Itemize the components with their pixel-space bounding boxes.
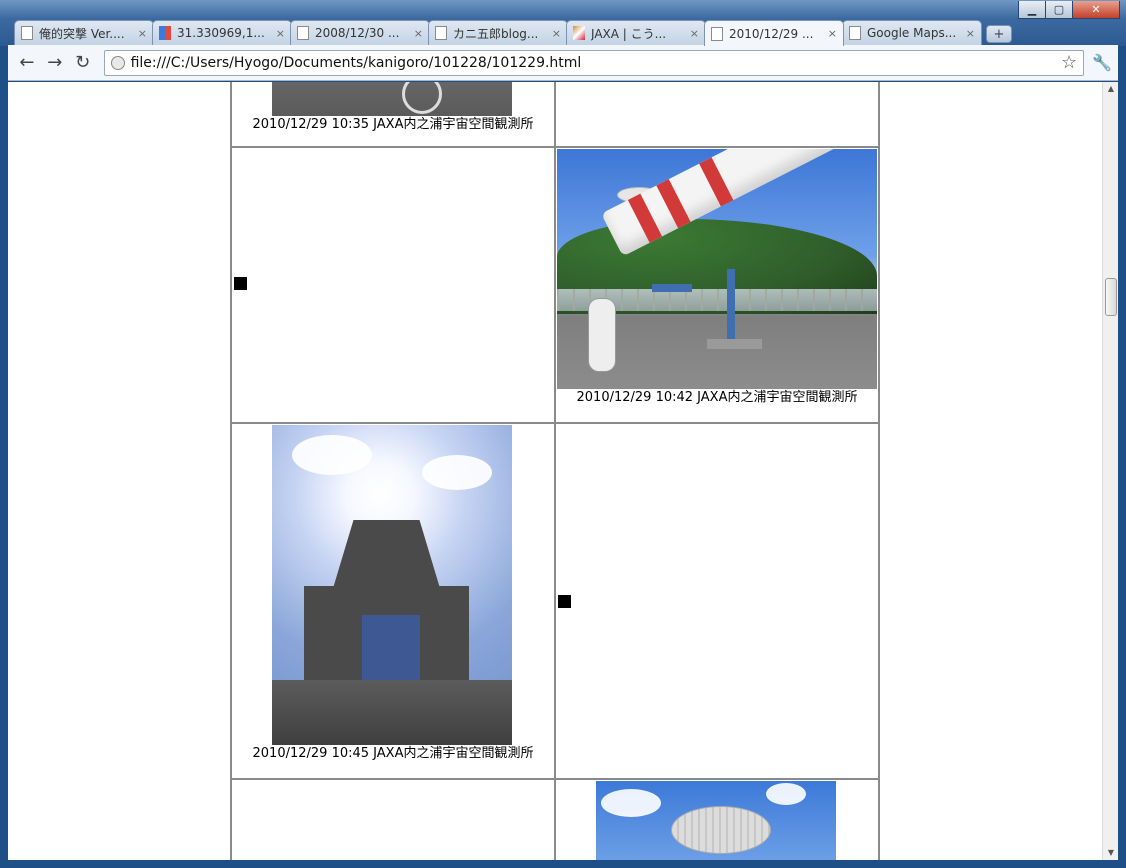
- wrench-menu-icon[interactable]: 🔧: [1092, 53, 1112, 72]
- address-bar[interactable]: file:///C:/Users/Hyogo/Documents/kanigor…: [103, 49, 1085, 76]
- tower-door: [362, 615, 420, 685]
- tab-5[interactable]: JAXA | こう... ×: [566, 20, 706, 45]
- rocket-band: [627, 193, 663, 243]
- photo-caption: 2010/12/29 10:45 JAXA内之浦宇宙空間観測所: [252, 746, 534, 761]
- bike-wheel: [402, 82, 442, 114]
- rocket-stand-base: [707, 339, 762, 349]
- cloud: [601, 789, 661, 817]
- page-icon: [21, 26, 33, 40]
- bullet-marker: [234, 277, 247, 290]
- tab-close-icon[interactable]: ×: [690, 27, 699, 40]
- photo-tower: [272, 425, 512, 745]
- photo-caption: 2010/12/29 10:42 JAXA内之浦宇宙空間観測所: [576, 390, 858, 405]
- scroll-down-arrow[interactable]: ▼: [1103, 846, 1118, 860]
- new-tab-button[interactable]: +: [986, 25, 1012, 43]
- rocket-stand-post: [727, 269, 735, 349]
- globe-icon: [110, 55, 125, 70]
- tab-close-icon[interactable]: ×: [276, 27, 285, 40]
- tab-close-icon[interactable]: ×: [966, 27, 975, 40]
- tab-4[interactable]: カニ五郎blog... ×: [428, 20, 568, 45]
- tab-close-icon[interactable]: ×: [138, 27, 147, 40]
- cloud: [422, 455, 492, 490]
- tab-1[interactable]: 俺的突撃 Ver.... ×: [14, 20, 154, 45]
- tab-strip: 俺的突撃 Ver.... × 31.330969,1... × 2008/12/…: [14, 20, 1012, 46]
- rocket-band: [656, 179, 691, 229]
- scroll-up-arrow[interactable]: ▲: [1103, 82, 1118, 96]
- tab-6-active[interactable]: 2010/12/29 ... ×: [704, 20, 844, 46]
- antenna-dish: [671, 806, 771, 854]
- photo-cell-row1-right: [554, 82, 880, 148]
- browser-toolbar: ← → ↻ file:///C:/Users/Hyogo/Documents/k…: [8, 45, 1118, 81]
- tower-ground: [272, 680, 512, 745]
- photo-cell-row2-right: 2010/12/29 10:42 JAXA内之浦宇宙空間観測所: [554, 146, 880, 424]
- page-icon: [435, 26, 447, 40]
- photo-cell-row2-left: [230, 146, 556, 424]
- motorbike: [589, 299, 615, 371]
- reload-button[interactable]: ↻: [70, 50, 96, 76]
- tab-title: JAXA | こう...: [591, 26, 667, 41]
- maximize-button[interactable]: ▢: [1045, 1, 1073, 19]
- tab-7[interactable]: Google Maps... ×: [842, 20, 982, 45]
- close-window-button[interactable]: ✕: [1072, 1, 1120, 19]
- rocket-band: [699, 157, 734, 207]
- rocket-icon: [573, 26, 585, 40]
- cloud: [766, 783, 806, 805]
- cloud: [292, 435, 372, 475]
- tab-title: 31.330969,1...: [177, 26, 265, 40]
- page-icon: [711, 26, 723, 41]
- photo-rocket-display: [557, 149, 877, 389]
- photo-cell-row4-right: [554, 778, 880, 860]
- page-icon: [297, 26, 309, 40]
- window-controls: ▁ ▢ ✕: [1018, 1, 1120, 19]
- photo-caption: 2010/12/29 10:35 JAXA内之浦宇宙空間観測所: [252, 117, 534, 132]
- tab-title: 俺的突撃 Ver....: [39, 26, 125, 41]
- vertical-scrollbar[interactable]: ▲ ▼: [1102, 82, 1118, 860]
- page-content: 2010/12/29 10:35 JAXA内之浦宇宙空間観測所 2010/12/…: [8, 82, 1118, 860]
- tab-close-icon[interactable]: ×: [552, 27, 561, 40]
- tab-title: 2008/12/30 ...: [315, 26, 400, 40]
- photo-dish-antenna: [596, 781, 836, 860]
- rocket-stand: [652, 284, 692, 292]
- bookmark-star-icon[interactable]: ☆: [1061, 52, 1077, 73]
- scroll-thumb[interactable]: [1105, 278, 1117, 316]
- tab-title: カニ五郎blog...: [453, 26, 539, 41]
- url-text[interactable]: file:///C:/Users/Hyogo/Documents/kanigor…: [131, 55, 1061, 71]
- tab-2[interactable]: 31.330969,1... ×: [152, 20, 292, 45]
- forward-button[interactable]: →: [42, 50, 68, 76]
- tab-close-icon[interactable]: ×: [828, 27, 837, 40]
- tab-close-icon[interactable]: ×: [414, 27, 423, 40]
- google-icon: [159, 26, 171, 40]
- minimize-button[interactable]: ▁: [1018, 1, 1046, 19]
- bullet-marker: [558, 595, 571, 608]
- photo-cell-row4-left: [230, 778, 556, 860]
- photo-motorbike-top: [272, 82, 512, 116]
- photo-cell-row1-left: 2010/12/29 10:35 JAXA内之浦宇宙空間観測所: [230, 82, 556, 148]
- photo-cell-row3-left: 2010/12/29 10:45 JAXA内之浦宇宙空間観測所: [230, 422, 556, 780]
- back-button[interactable]: ←: [14, 50, 40, 76]
- tab-title: Google Maps...: [867, 26, 957, 40]
- page-icon: [849, 26, 861, 40]
- tab-3[interactable]: 2008/12/30 ... ×: [290, 20, 430, 45]
- tab-title: 2010/12/29 ...: [729, 26, 814, 41]
- photo-cell-row3-right: [554, 422, 880, 780]
